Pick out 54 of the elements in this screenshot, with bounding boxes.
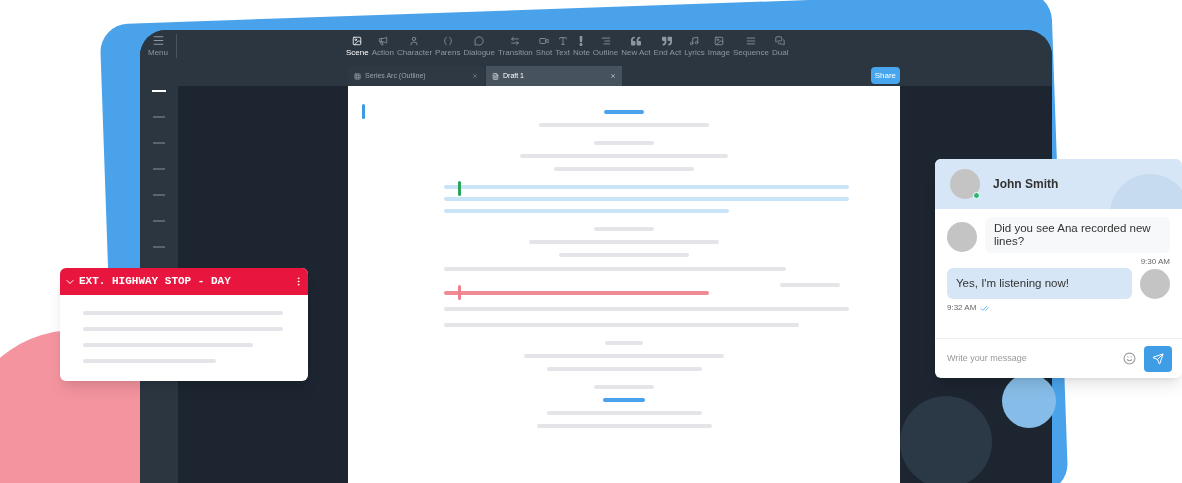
parentheses-icon: [442, 35, 453, 46]
arrows-icon: [510, 35, 521, 46]
send-button[interactable]: [1144, 345, 1172, 372]
toolbar-button[interactable]: New Act: [620, 35, 652, 57]
message-bubble: Did you see Ana recorded new lines?: [985, 217, 1170, 253]
picture-icon: [713, 35, 724, 46]
music-note-icon: [689, 35, 700, 46]
lines-icon: [600, 35, 611, 46]
toolbar-button[interactable]: Lyrics: [683, 35, 706, 57]
person-icon: [409, 35, 420, 46]
avatar: [1140, 268, 1170, 299]
toolbar-button[interactable]: Dialogue: [462, 35, 496, 57]
scene-heading: EXT. HIGHWAY STOP - DAY: [79, 274, 232, 290]
menu-button[interactable]: Menu: [140, 33, 176, 59]
emoji-icon[interactable]: [1123, 352, 1136, 365]
toolbar-button[interactable]: Action: [370, 35, 395, 57]
speech-bubbles-icon: [775, 35, 786, 46]
quote-icon: [662, 35, 673, 46]
message-time: 9:32 AM: [947, 302, 977, 314]
avatar: [947, 222, 977, 252]
document-icon: [492, 72, 499, 80]
grid-icon: [354, 72, 361, 80]
toolbar-button[interactable]: Note: [571, 35, 591, 57]
message-bubble: Yes, I'm listening now!: [947, 268, 1132, 299]
toolbar-button[interactable]: Sequence: [731, 35, 770, 57]
share-button[interactable]: Share: [870, 67, 900, 84]
toolbar-button[interactable]: Character: [395, 35, 434, 57]
lines-icon: [746, 35, 756, 46]
toolbar-button[interactable]: Parens: [434, 35, 462, 57]
toolbar-button[interactable]: Outline: [591, 35, 620, 57]
margin-marker: [458, 285, 461, 300]
toolbar-button[interactable]: Image: [706, 35, 731, 57]
toolbar-button[interactable]: Scene: [345, 35, 370, 57]
quote-icon: [630, 35, 641, 46]
letter-icon: [557, 35, 568, 46]
megaphone-icon: [377, 35, 388, 46]
image-icon: [352, 35, 363, 46]
toolbar-button[interactable]: Dual: [771, 35, 790, 57]
avatar: [950, 169, 980, 199]
scene-header[interactable]: EXT. HIGHWAY STOP - DAY: [60, 268, 308, 295]
toolbar-button[interactable]: Transition: [497, 35, 534, 57]
message-input[interactable]: Write your message: [947, 351, 1115, 366]
menu-icon: [151, 33, 165, 47]
contact-name: John Smith: [993, 176, 1059, 193]
close-icon[interactable]: [472, 73, 478, 79]
send-icon: [1152, 352, 1164, 365]
toolbar-button[interactable]: Shot: [534, 35, 554, 57]
message-time: 9:30 AM: [1140, 256, 1170, 268]
speech-bubble-icon: [474, 35, 485, 46]
margin-marker: [362, 104, 365, 119]
video-camera-icon: [539, 35, 550, 46]
toolbar-button[interactable]: Text: [554, 35, 571, 57]
margin-marker: [458, 181, 461, 196]
toolbar-button[interactable]: End Act: [652, 35, 683, 57]
